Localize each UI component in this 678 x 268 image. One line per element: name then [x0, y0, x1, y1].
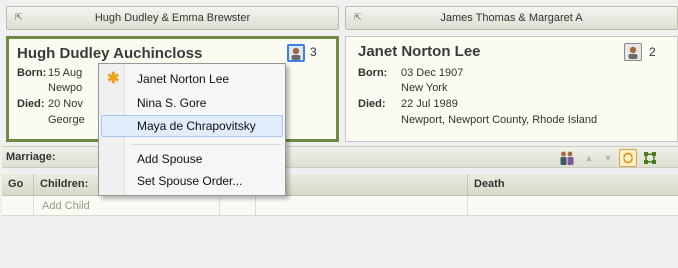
tree-view-icon[interactable]	[641, 149, 659, 167]
person-icon	[291, 47, 301, 60]
spouse-count: 3	[310, 45, 317, 59]
died-date: 22 Jul 1989	[401, 98, 458, 110]
family-icon[interactable]	[558, 149, 576, 167]
add-child-row[interactable]: Add Child	[2, 196, 678, 216]
grid-cell	[220, 196, 256, 215]
grid-cell	[256, 196, 468, 215]
died-label: Died:	[17, 98, 45, 110]
born-label: Born:	[17, 67, 47, 79]
family-tab-left-title: Hugh Dudley & Emma Brewster	[94, 12, 251, 24]
born-label: Born:	[358, 67, 388, 79]
born-date: 03 Dec 1907	[401, 67, 464, 79]
add-child-link[interactable]: Add Child	[42, 200, 90, 212]
family-tab-right[interactable]: ⇱ James Thomas & Margaret A	[345, 6, 678, 30]
spouses-button[interactable]	[624, 43, 642, 61]
died-date: 20 Nov	[48, 98, 83, 110]
move-down-icon[interactable]: ▼	[599, 149, 617, 167]
menu-separator	[131, 144, 281, 145]
died-place: George	[48, 114, 85, 126]
marriage-label[interactable]: Marriage:	[6, 151, 56, 163]
column-birth[interactable]	[256, 174, 468, 196]
husband-name[interactable]: Hugh Dudley Auchincloss	[17, 45, 202, 62]
navigate-up-icon[interactable]: ⇱	[354, 13, 362, 22]
wife-panel[interactable]: Janet Norton Lee 2 Born: 03 Dec 1907 New…	[345, 36, 678, 142]
menu-item-set-spouse-order[interactable]: Set Spouse Order...	[101, 170, 283, 192]
born-place: Newpo	[48, 82, 83, 94]
family-tab-left[interactable]: ⇱ Hugh Dudley & Emma Brewster	[6, 6, 339, 30]
person-icon	[628, 46, 638, 59]
family-tab-right-title: James Thomas & Margaret A	[440, 12, 583, 24]
died-place: Newport, Newport County, Rhode Island	[401, 114, 598, 126]
spouses-button[interactable]	[287, 44, 305, 62]
menu-item-spouse-1[interactable]: ✱ Janet Norton Lee	[101, 68, 283, 90]
navigate-up-icon[interactable]: ⇱	[15, 13, 23, 22]
spouse-context-menu: ✱ Janet Norton Lee Nina S. Gore Maya de …	[98, 63, 286, 196]
died-label: Died:	[358, 98, 386, 110]
swap-icon[interactable]	[619, 149, 637, 167]
born-date: 15 Aug	[48, 67, 83, 79]
menu-item-add-spouse[interactable]: Add Spouse	[101, 148, 283, 170]
column-death[interactable]: Death	[468, 174, 678, 196]
grid-cell	[2, 196, 34, 215]
column-go[interactable]: Go	[2, 174, 34, 196]
born-place: New York	[401, 82, 448, 94]
move-up-icon[interactable]: ▲	[580, 149, 598, 167]
current-spouse-star-icon: ✱	[107, 70, 120, 87]
menu-item-spouse-3[interactable]: Maya de Chrapovitsky	[101, 115, 283, 137]
spouse-count: 2	[649, 45, 656, 59]
menu-item-spouse-2[interactable]: Nina S. Gore	[101, 92, 283, 114]
wife-name[interactable]: Janet Norton Lee	[358, 43, 481, 60]
